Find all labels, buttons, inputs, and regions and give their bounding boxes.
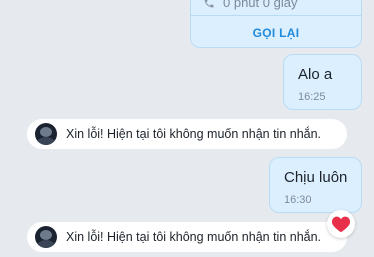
message-bubble[interactable]: Chịu luôn 16:30 (269, 157, 362, 213)
avatar[interactable] (35, 123, 57, 145)
message-text: Alo a (298, 66, 333, 83)
message-text: Chịu luôn (284, 169, 348, 186)
heart-icon (331, 216, 351, 233)
divider (191, 15, 361, 16)
message-time: 16:30 (284, 194, 312, 206)
system-notice: Xin lỗi! Hiện tại tôi không muốn nhận ti… (27, 222, 347, 252)
avatar[interactable] (35, 226, 57, 248)
message-time: 16:25 (298, 91, 326, 103)
message-bubble[interactable]: Alo a 16:25 (283, 54, 362, 110)
call-card: 0 phút 0 giây GỌI LẠI (190, 0, 362, 48)
reaction-badge[interactable] (327, 210, 355, 238)
call-duration: 0 phút 0 giây (223, 0, 298, 10)
phone-icon (204, 0, 214, 7)
notice-text: Xin lỗi! Hiện tại tôi không muốn nhận ti… (66, 127, 322, 141)
call-duration-row: 0 phút 0 giây (203, 0, 297, 10)
callback-button[interactable]: GỌI LẠI (191, 19, 361, 47)
notice-text: Xin lỗi! Hiện tại tôi không muốn nhận ti… (66, 230, 322, 244)
system-notice: Xin lỗi! Hiện tại tôi không muốn nhận ti… (27, 119, 347, 149)
